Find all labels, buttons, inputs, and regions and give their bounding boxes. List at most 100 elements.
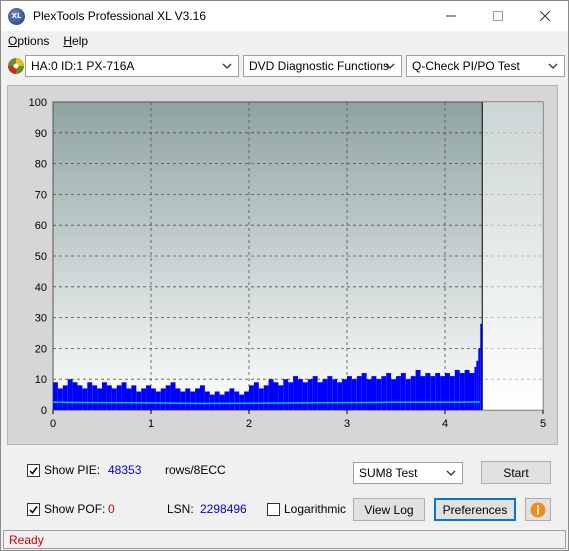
pie-bar	[209, 394, 215, 410]
pie-bar	[53, 382, 58, 410]
pie-bar	[449, 376, 455, 410]
app-logo-icon: XL	[8, 7, 25, 25]
pie-bar	[273, 382, 279, 410]
preferences-button-label: Preferences	[442, 502, 508, 517]
pie-bar	[234, 391, 240, 410]
pie-bar	[116, 385, 122, 410]
pie-bar	[425, 373, 431, 410]
pie-bar	[361, 373, 367, 410]
window-title: PlexTools Professional XL V3.16	[33, 9, 206, 23]
lsn-label: LSN:	[167, 502, 194, 516]
pie-bar	[141, 388, 147, 410]
y-tick-label: 10	[35, 374, 47, 386]
sum8-select-value: SUM8 Test	[359, 466, 418, 480]
minimize-button[interactable]	[428, 1, 474, 31]
checkmark-icon	[29, 467, 38, 475]
y-tick-label: 40	[35, 282, 47, 294]
pie-bar	[160, 388, 166, 410]
pie-bar	[190, 391, 196, 410]
pie-bar	[293, 376, 298, 410]
pie-bar	[435, 373, 441, 410]
pie-bar	[347, 376, 352, 410]
test-select-value: Q-Check PI/PO Test	[412, 59, 520, 73]
pie-bar	[400, 373, 406, 410]
x-tick-label: 5	[540, 418, 546, 430]
pie-bar	[302, 382, 308, 410]
pie-bar	[97, 388, 102, 410]
close-button[interactable]	[522, 1, 568, 31]
pi-po-chart: 0 10 20 30 40 50 60 70 80 90 100 0 1 2 3 4 5	[29, 97, 546, 430]
drive-select[interactable]: HA:0 ID:1 PX-716A	[25, 55, 239, 77]
show-pie-label: Show PIE:	[44, 463, 101, 477]
y-axis-ticks: 0 10 20 30 40 50 60 70 80 90 100	[29, 97, 47, 417]
pie-bar	[165, 385, 171, 410]
function-select[interactable]: DVD Diagnostic Functions	[243, 55, 402, 77]
pie-bar	[126, 388, 132, 410]
info-button[interactable]	[525, 498, 551, 521]
pie-bar	[170, 382, 176, 410]
menu-options-mnemonic: O	[8, 34, 18, 48]
y-tick-label: 100	[29, 97, 47, 109]
pie-bar	[464, 369, 470, 410]
pie-bar	[258, 388, 264, 410]
pie-bar	[111, 388, 117, 410]
maximize-button[interactable]	[475, 1, 521, 31]
pie-bar	[82, 388, 88, 410]
show-pof-checkbox[interactable]	[27, 503, 40, 516]
pie-bar	[391, 379, 396, 410]
view-log-button[interactable]: View Log	[353, 498, 425, 521]
pie-bar	[307, 379, 313, 410]
pie-bar	[322, 379, 328, 410]
pie-bar	[440, 376, 445, 410]
test-select[interactable]: Q-Check PI/PO Test	[406, 55, 565, 77]
menu-options[interactable]: Options	[1, 34, 56, 48]
y-tick-label: 20	[35, 343, 47, 355]
pof-value: 0	[108, 502, 115, 516]
y-tick-label: 90	[35, 128, 47, 140]
pie-bar	[244, 391, 249, 410]
pie-bar	[405, 379, 411, 410]
pie-bar	[77, 385, 83, 410]
y-tick-label: 80	[35, 159, 47, 171]
x-axis-ticks: 0 1 2 3 4 5	[50, 410, 546, 430]
sum8-select[interactable]: SUM8 Test	[353, 462, 463, 484]
menu-help[interactable]: Help	[56, 34, 95, 48]
show-pie-checkbox[interactable]	[27, 464, 40, 477]
pie-bar	[253, 382, 259, 410]
preferences-button[interactable]: Preferences	[434, 498, 516, 521]
status-bar: Ready	[3, 530, 566, 549]
pie-bar	[195, 388, 200, 410]
pie-bar	[469, 373, 475, 410]
x-tick-label: 1	[148, 418, 154, 430]
pie-bar	[396, 376, 401, 410]
drive-select-value: HA:0 ID:1 PX-716A	[31, 59, 135, 73]
y-tick-label: 60	[35, 220, 47, 232]
pie-bar	[185, 388, 191, 410]
pie-bar	[214, 391, 220, 410]
menu-help-rest: elp	[72, 34, 89, 48]
info-icon	[530, 502, 546, 517]
y-tick-label: 70	[35, 189, 47, 201]
pie-bar	[204, 391, 210, 410]
pie-bar	[62, 385, 68, 410]
pie-bar	[268, 379, 274, 410]
logarithmic-checkbox[interactable]	[267, 503, 280, 516]
pie-bar	[415, 369, 421, 410]
pie-bar	[381, 376, 387, 410]
start-button-label: Start	[503, 465, 529, 480]
status-text: Ready	[9, 532, 44, 547]
toolbar: HA:0 ID:1 PX-716A DVD Diagnostic Functio…	[1, 53, 568, 79]
chevron-down-icon	[385, 63, 395, 69]
pie-bar	[376, 379, 382, 410]
pie-bar	[337, 382, 343, 410]
view-log-button-label: View Log	[364, 502, 414, 517]
pie-bar	[151, 388, 156, 410]
chart-panel: 0 10 20 30 40 50 60 70 80 90 100 0 1 2 3 4 5	[7, 85, 558, 445]
x-tick-label: 2	[246, 418, 252, 430]
minimize-icon	[446, 15, 456, 17]
pie-bar	[57, 388, 63, 410]
start-button[interactable]: Start	[481, 461, 551, 484]
pie-bar	[283, 379, 289, 410]
pie-bar	[155, 391, 161, 410]
pie-bar	[131, 385, 137, 410]
